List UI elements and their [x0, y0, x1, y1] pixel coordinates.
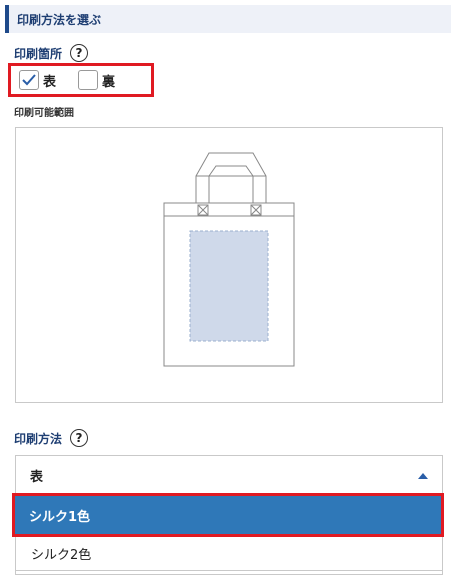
option-label: シルク1色 [29, 509, 91, 525]
option-silk-1-color[interactable]: シルク1色 [12, 493, 444, 537]
printable-area [189, 230, 269, 342]
section-header: 印刷方法を選ぶ [5, 5, 451, 33]
chevron-up-icon[interactable] [418, 473, 428, 479]
print-side-selector: 表 裏 [8, 63, 154, 97]
print-location-label-row: 印刷箇所 ? [14, 44, 89, 62]
checkbox-back[interactable] [78, 70, 99, 90]
help-icon[interactable]: ? [70, 429, 89, 447]
option-silk-2-color[interactable]: シルク2色 [15, 537, 443, 571]
checkbox-front-label: 表 [43, 74, 57, 90]
print-method-label-row: 印刷方法 ? [14, 429, 89, 447]
print-method-label: 印刷方法 [14, 431, 63, 446]
print-area-preview [15, 127, 443, 403]
dropdown-header[interactable]: 表 [16, 456, 442, 496]
help-icon[interactable]: ? [70, 44, 89, 62]
tote-bag-diagram [163, 152, 295, 367]
dropdown-selected-side: 表 [30, 470, 44, 485]
section-title: 印刷方法を選ぶ [17, 12, 102, 27]
print-location-label: 印刷箇所 [14, 46, 63, 61]
option-label: シルク2色 [31, 548, 92, 563]
checkbox-back-label: 裏 [102, 74, 116, 90]
checkbox-front[interactable] [19, 70, 39, 90]
print-area-label: 印刷可能範囲 [14, 108, 74, 119]
checkmark-icon [22, 74, 36, 86]
